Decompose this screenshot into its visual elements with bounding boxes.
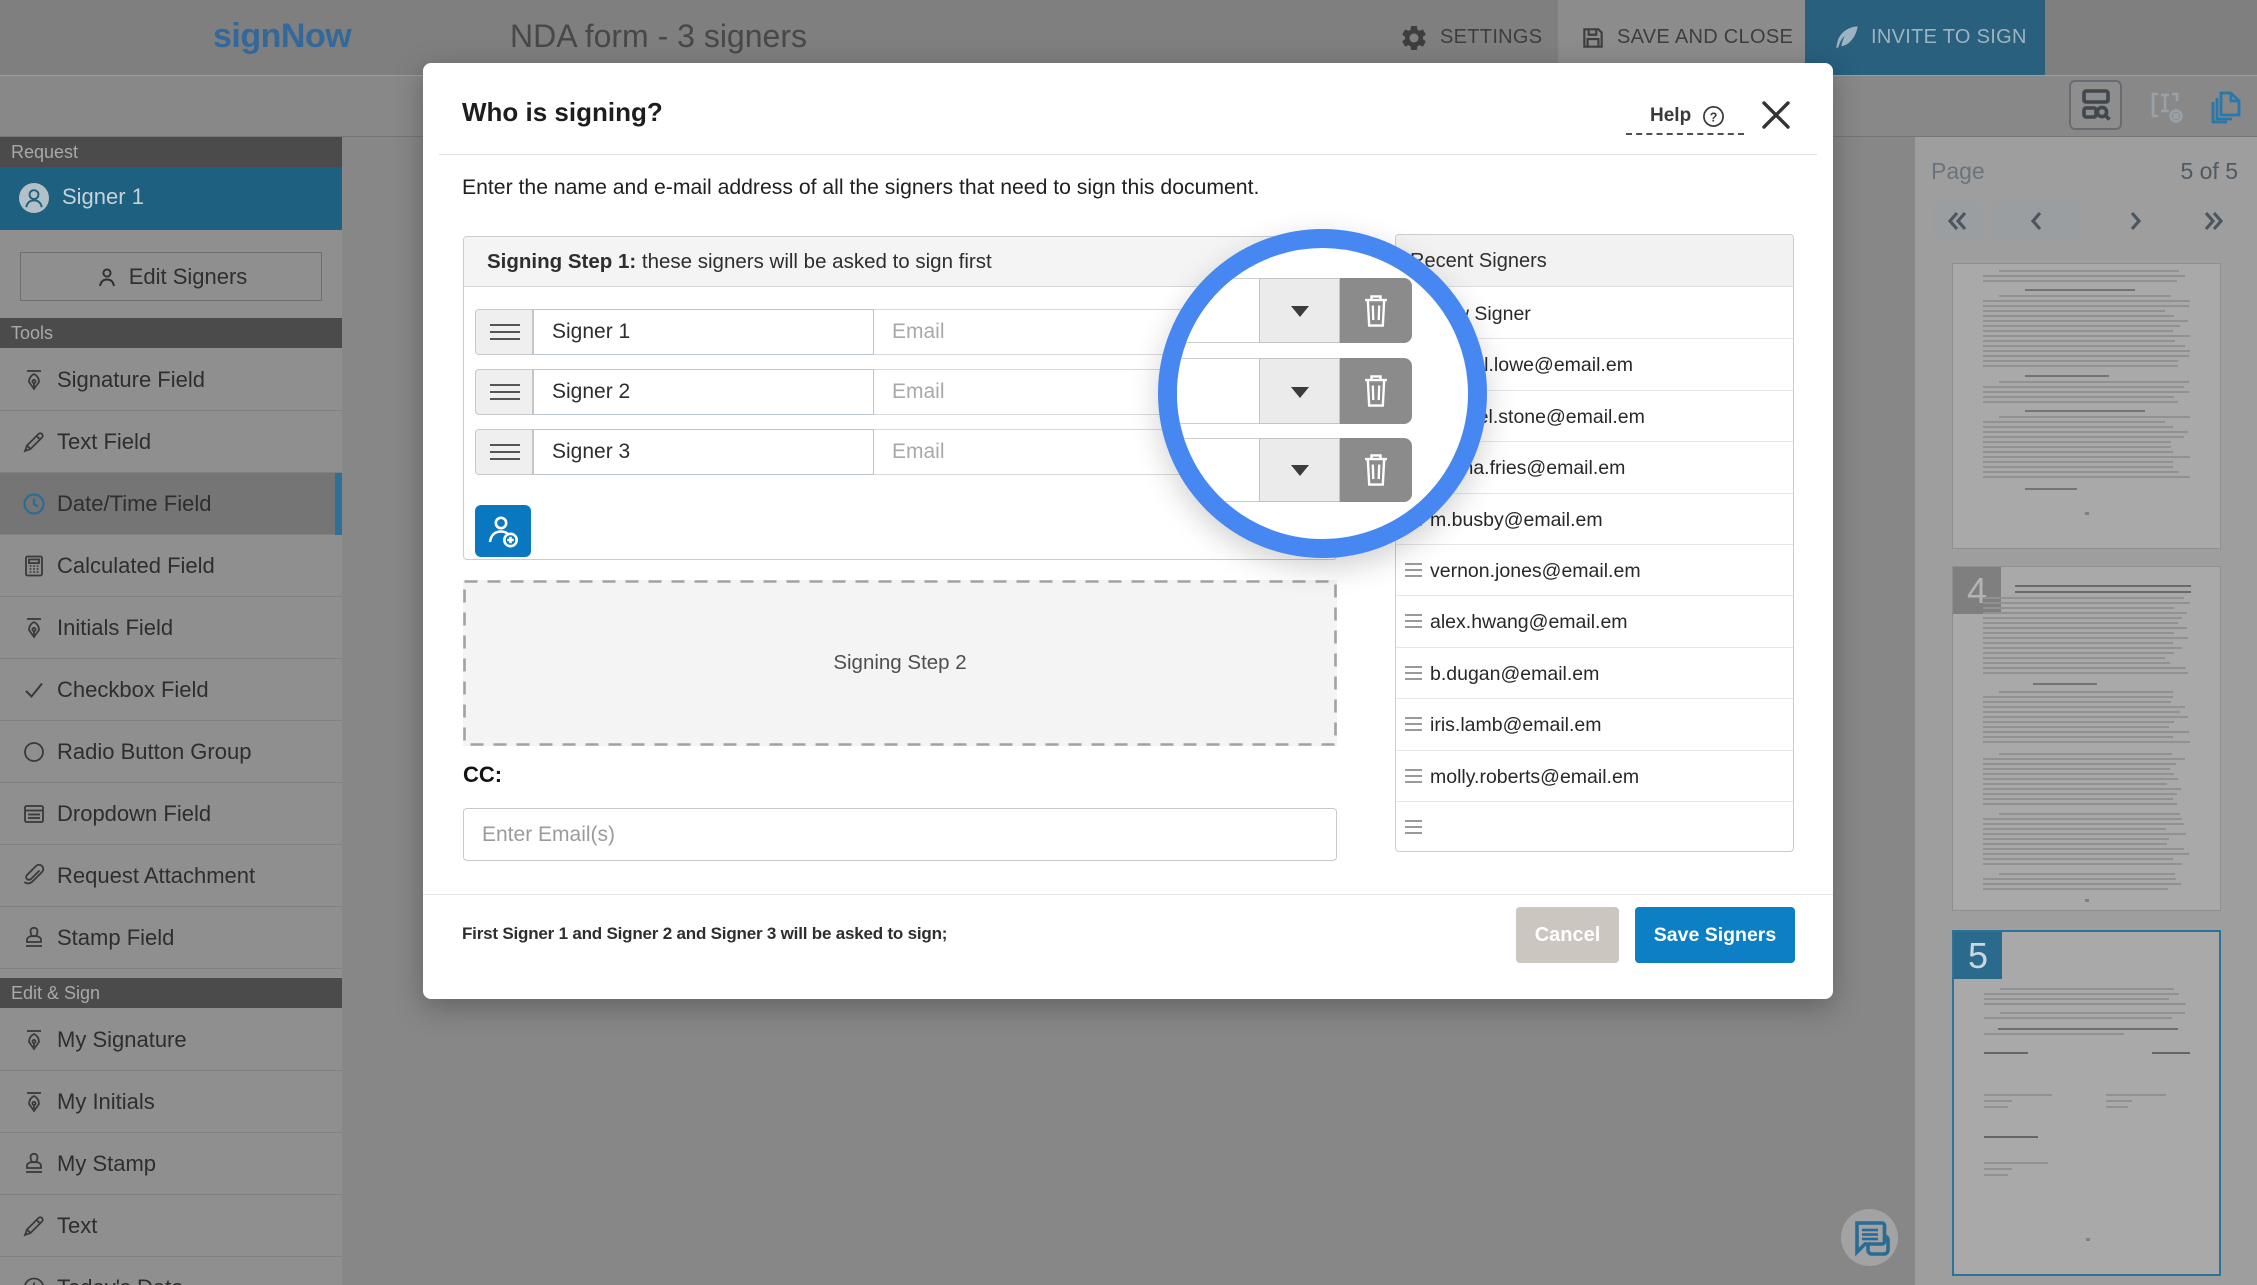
svg-text:?: ? xyxy=(1710,110,1718,124)
